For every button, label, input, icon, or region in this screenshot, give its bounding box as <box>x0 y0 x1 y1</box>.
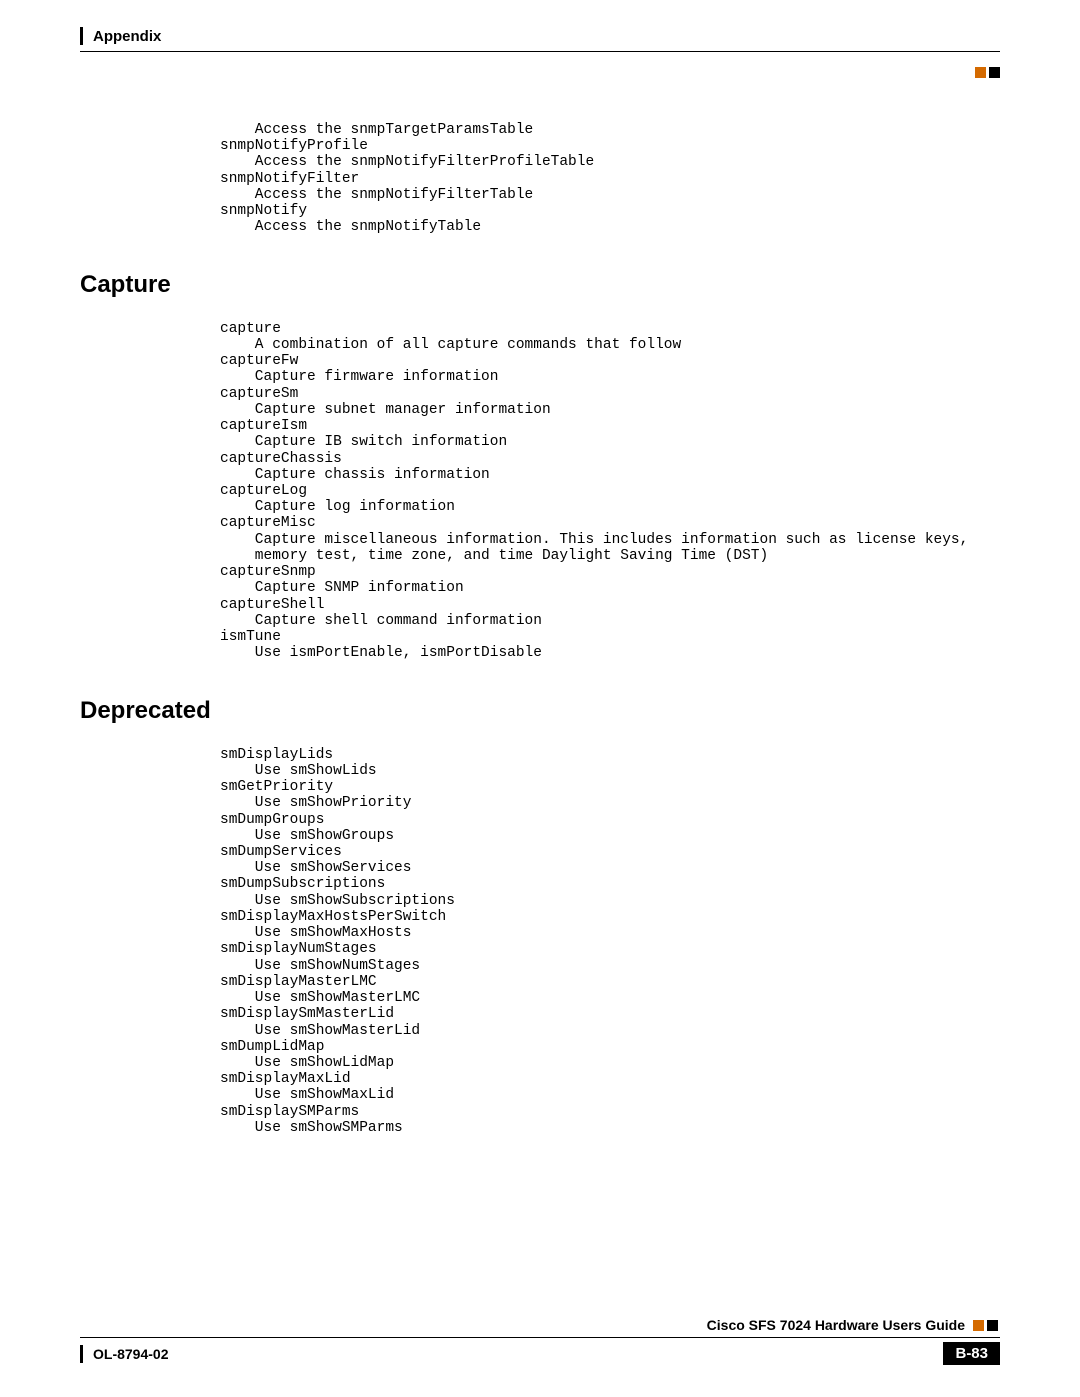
page-footer: Cisco SFS 7024 Hardware Users Guide OL-8… <box>80 1317 1000 1365</box>
header-section-label: Appendix <box>93 28 161 45</box>
footer-doc-id: OL-8794-02 <box>93 1346 168 1362</box>
footer-decoration-squares <box>973 1320 998 1331</box>
footer-book-title: Cisco SFS 7024 Hardware Users Guide <box>707 1317 965 1333</box>
footer-rule <box>80 1337 1000 1338</box>
page-number-badge: B-83 <box>943 1342 1000 1365</box>
header-rule <box>80 51 1000 52</box>
footer-tick-mark <box>80 1345 83 1363</box>
capture-heading: Capture <box>80 271 1000 299</box>
square-accent-icon <box>973 1320 984 1331</box>
header-tick-mark <box>80 27 83 45</box>
deprecated-commands-block: smDisplayLids Use smShowLids smGetPriori… <box>220 747 1000 1137</box>
deprecated-heading: Deprecated <box>80 697 1000 725</box>
running-header: Appendix <box>80 25 1000 47</box>
header-decoration-squares <box>975 67 1000 78</box>
square-icon <box>989 67 1000 78</box>
square-accent-icon <box>975 67 986 78</box>
page-content: Access the snmpTargetParamsTable snmpNot… <box>80 122 1000 1136</box>
square-icon <box>987 1320 998 1331</box>
snmp-access-block: Access the snmpTargetParamsTable snmpNot… <box>220 122 1000 236</box>
capture-commands-block: capture A combination of all capture com… <box>220 321 1000 662</box>
